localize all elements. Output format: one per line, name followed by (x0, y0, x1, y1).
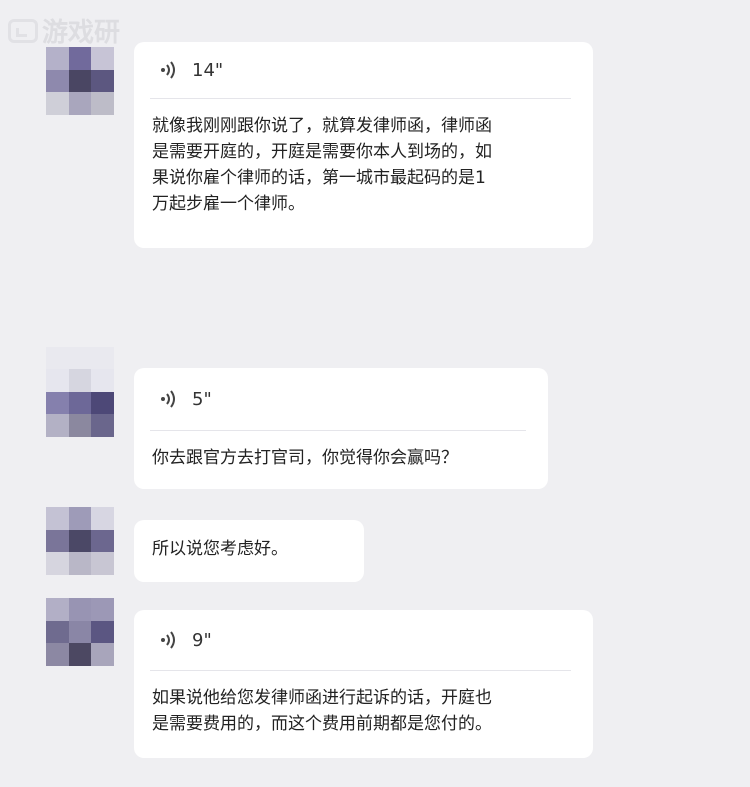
voice-message-bubble[interactable]: 14" 就像我刚刚跟你说了，就算发律师函，律师函 是需要开庭的，开庭是需要你本人… (134, 42, 593, 248)
avatar-pixel (46, 92, 69, 115)
watermark: 游戏研 (8, 12, 120, 49)
avatar-pixel (68, 552, 92, 575)
gamepad-logo-icon (8, 18, 38, 43)
transcript-text: 就像我刚刚跟你说了，就算发律师函，律师函 是需要开庭的，开庭是需要你本人到场的，… (152, 116, 492, 214)
avatar-pixel (46, 598, 69, 621)
avatar-pixel (91, 620, 114, 644)
avatar-pixel (68, 643, 92, 666)
avatar-pixel (91, 529, 114, 553)
watermark-text: 游戏研 (42, 18, 121, 48)
avatar-pixel (46, 529, 69, 553)
voice-play-row[interactable]: 5" (134, 368, 548, 430)
avatar-pixel (91, 69, 114, 93)
avatar-pixel (91, 92, 114, 115)
avatar-pixel (68, 620, 92, 644)
avatar-pixel (46, 414, 69, 437)
avatar-pixel (46, 552, 69, 575)
avatar-pixel (68, 507, 92, 530)
avatar-pixel (91, 552, 114, 575)
avatar-pixel (68, 47, 92, 70)
avatar-pixel (46, 47, 69, 70)
avatar-pixel (68, 529, 92, 553)
avatar-pixel (91, 643, 114, 666)
avatar-pixel (68, 92, 92, 115)
avatar-pixel (46, 347, 114, 369)
avatar-pixel (91, 47, 114, 70)
voice-wave-icon (161, 631, 175, 649)
avatar-pixel (91, 369, 114, 392)
avatar[interactable] (46, 598, 114, 666)
transcript-text: 你去跟官方去打官司，你觉得你会赢吗？ (152, 448, 458, 468)
voice-wave-icon (161, 390, 175, 408)
voice-duration: 5" (192, 388, 212, 410)
transcript-text: 如果说他给您发律师函进行起诉的话，开庭也 是需要费用的，而这个费用前期都是您付的… (152, 688, 492, 734)
avatar-pixel (91, 391, 114, 415)
avatar-pixel (68, 598, 92, 621)
voice-play-row[interactable]: 14" (134, 42, 593, 98)
avatar-pixel (46, 391, 69, 415)
avatar-pixel (91, 507, 114, 530)
avatar-pixel (68, 69, 92, 93)
avatar[interactable] (46, 507, 114, 575)
voice-duration: 9" (192, 629, 212, 651)
avatar[interactable] (46, 347, 114, 437)
avatar-pixel (91, 414, 114, 437)
voice-wave-icon (161, 61, 175, 79)
avatar-pixel (46, 507, 69, 530)
avatar-pixel (46, 369, 69, 392)
avatar-pixel (46, 69, 69, 93)
voice-duration: 14" (192, 59, 224, 81)
avatar-pixel (91, 598, 114, 621)
message-text: 所以说您考虑好。 (152, 539, 288, 559)
avatar-pixel (46, 643, 69, 666)
text-message-bubble[interactable]: 所以说您考虑好。 (134, 520, 364, 582)
voice-message-bubble[interactable]: 5" 你去跟官方去打官司，你觉得你会赢吗？ (134, 368, 548, 489)
avatar[interactable] (46, 47, 114, 115)
avatar-pixel (68, 414, 92, 437)
avatar-pixel (68, 369, 92, 392)
avatar-pixel (46, 620, 69, 644)
avatar-pixel (68, 391, 92, 415)
voice-play-row[interactable]: 9" (134, 610, 593, 670)
voice-message-bubble[interactable]: 9" 如果说他给您发律师函进行起诉的话，开庭也 是需要费用的，而这个费用前期都是… (134, 610, 593, 758)
